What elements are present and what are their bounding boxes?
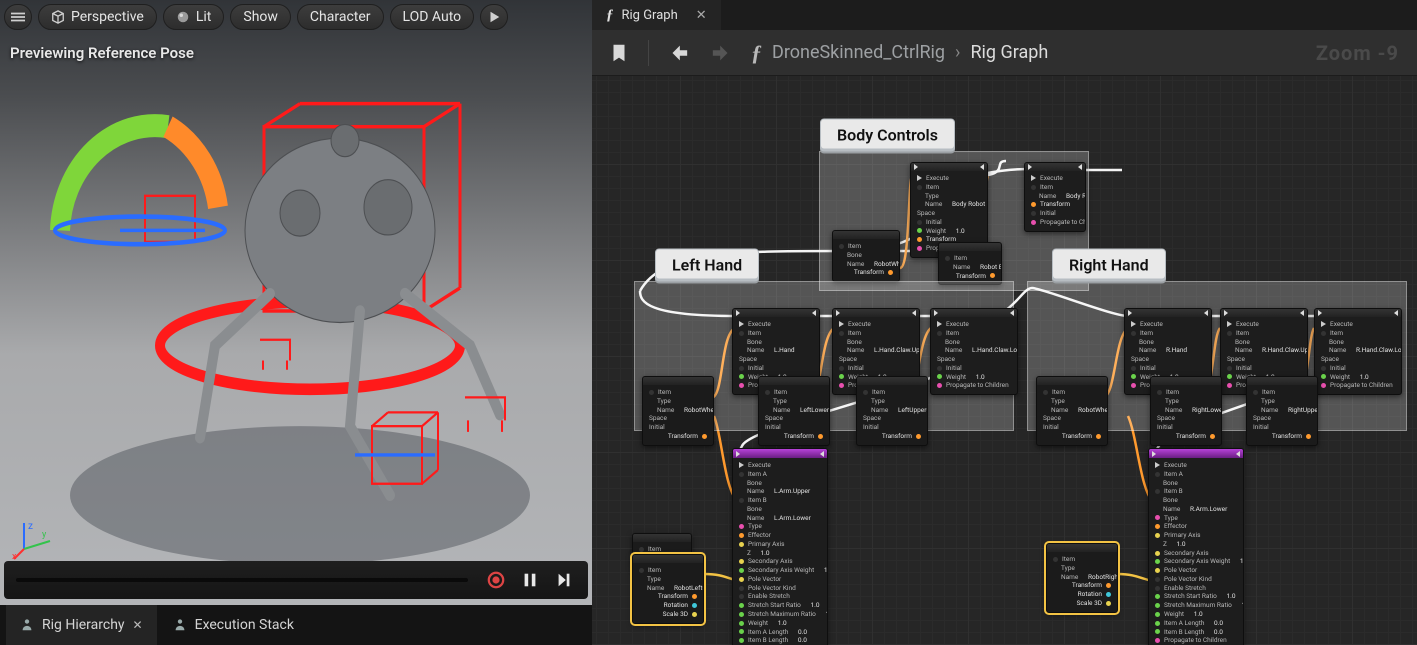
node-get-transform-robotwheel-r[interactable]: Item Type Name RobotWheel Space Initial … bbox=[1036, 376, 1108, 446]
viewport-menu-button[interactable] bbox=[4, 4, 32, 30]
viewport-lod-label: LOD Auto bbox=[403, 9, 462, 25]
axis-gizmo: z y x bbox=[14, 519, 54, 559]
svg-text:z: z bbox=[28, 521, 33, 532]
person-icon bbox=[173, 618, 187, 632]
node-set-lclaw-lower[interactable]: Execute Item Bone Name L.Hand.Claw.Lower… bbox=[930, 308, 1018, 395]
breadcrumb-graph[interactable]: Rig Graph bbox=[970, 42, 1048, 63]
node-set-transform-bodyrobot-2[interactable]: Execute Item Name Body Robot Transform I… bbox=[1024, 162, 1086, 232]
rig-hierarchy-label: Rig Hierarchy bbox=[42, 617, 125, 633]
nav-forward-button[interactable] bbox=[707, 38, 737, 68]
comment-body-controls-label: Body Controls bbox=[820, 119, 955, 150]
svg-text:y: y bbox=[42, 530, 47, 540]
node-small-left-b[interactable]: Item Type Name RobotLeftClaw Transform R… bbox=[632, 554, 704, 624]
execution-stack-label: Execution Stack bbox=[195, 617, 294, 633]
viewport-lod-button[interactable]: LOD Auto bbox=[390, 4, 475, 30]
tab-execution-stack[interactable]: Execution Stack bbox=[159, 605, 308, 645]
viewport-character-label: Character bbox=[310, 9, 371, 25]
viewport-lit-button[interactable]: Lit bbox=[163, 4, 225, 30]
pause-icon bbox=[521, 571, 539, 589]
breadcrumb-asset[interactable]: DroneSkinned_CtrlRig bbox=[772, 42, 945, 63]
preview-pose-label: Previewing Reference Pose bbox=[10, 44, 194, 62]
person-icon bbox=[20, 618, 34, 632]
nav-back-button[interactable] bbox=[663, 38, 693, 68]
node-get-transform-robotbody[interactable]: Item Name Robot Body Transform bbox=[938, 242, 1002, 285]
tab-rig-hierarchy-close[interactable]: ✕ bbox=[133, 618, 143, 632]
step-forward-button[interactable] bbox=[552, 568, 576, 592]
arrow-left-icon bbox=[667, 42, 689, 64]
node-set-rclaw-lower[interactable]: Execute Item Bone Name R.Hand.Claw.Lower… bbox=[1314, 308, 1402, 395]
node-ik-left[interactable]: Execute Item A Bone Name L.Arm.Upper Ite… bbox=[732, 448, 828, 645]
node-get-transform-rightupperclaw[interactable]: Item Type Name RightUpperClaw Space Init… bbox=[1246, 376, 1318, 446]
timeline-slider[interactable] bbox=[16, 578, 468, 582]
node-get-transform-robotwheel[interactable]: Item Bone Name RobotWheel Transform bbox=[832, 230, 900, 282]
viewport-perspective-label: Perspective bbox=[71, 9, 144, 25]
function-icon: ƒ bbox=[751, 40, 762, 66]
node-get-transform-robotwheel-l[interactable]: Item Type Name RobotWheel Space Initial … bbox=[642, 376, 714, 446]
bookmark-icon bbox=[608, 42, 630, 64]
sphere-icon bbox=[176, 10, 190, 24]
viewport-show-label: Show bbox=[243, 9, 278, 25]
viewport-character-button[interactable]: Character bbox=[297, 4, 384, 30]
pause-button[interactable] bbox=[518, 568, 542, 592]
function-icon: ƒ bbox=[606, 7, 614, 24]
breadcrumb: ƒ DroneSkinned_CtrlRig › Rig Graph bbox=[751, 40, 1048, 66]
chevron-right-icon: › bbox=[955, 42, 960, 63]
tab-rig-graph-close[interactable]: ✕ bbox=[696, 8, 707, 23]
step-forward-icon bbox=[555, 571, 573, 589]
arrow-right-icon bbox=[711, 42, 733, 64]
node-ik-right[interactable]: Execute Item A Bone Item B Bone Name R.A… bbox=[1148, 448, 1244, 645]
viewport-scene bbox=[0, 0, 592, 645]
graph-canvas[interactable]: Body Controls Execute Item Type Name Bod… bbox=[592, 76, 1417, 645]
svg-text:x: x bbox=[12, 552, 17, 562]
node-get-transform-leftlowerclaw[interactable]: Item Type Name LeftLowerClaw Space Initi… bbox=[758, 376, 830, 446]
node-small-right-a[interactable]: Item Type Name RobotRightClaw Transform … bbox=[1046, 543, 1118, 613]
viewport-lit-label: Lit bbox=[196, 9, 212, 25]
viewport-play-button[interactable] bbox=[480, 4, 508, 30]
record-button[interactable] bbox=[484, 568, 508, 592]
comment-left-hand-label: Left Hand bbox=[655, 249, 759, 280]
play-icon bbox=[487, 10, 501, 24]
tab-rig-graph-label: Rig Graph bbox=[622, 8, 678, 23]
comment-right-hand-label: Right Hand bbox=[1052, 249, 1166, 280]
tab-rig-graph[interactable]: ƒ Rig Graph ✕ bbox=[592, 0, 721, 30]
node-get-transform-rightlowerclaw[interactable]: Item Type Name RightLowerClaw Space Init… bbox=[1150, 376, 1222, 446]
viewport-show-button[interactable]: Show bbox=[230, 4, 291, 30]
viewport-perspective-button[interactable]: Perspective bbox=[38, 4, 157, 30]
tab-rig-hierarchy[interactable]: Rig Hierarchy ✕ bbox=[6, 605, 157, 645]
cube-icon bbox=[51, 10, 65, 24]
bookmark-button[interactable] bbox=[604, 38, 634, 68]
node-get-transform-leftupperclaw[interactable]: Item Type Name LeftUpperClaw Space Initi… bbox=[856, 376, 928, 446]
zoom-indicator: Zoom -9 bbox=[1316, 41, 1399, 65]
